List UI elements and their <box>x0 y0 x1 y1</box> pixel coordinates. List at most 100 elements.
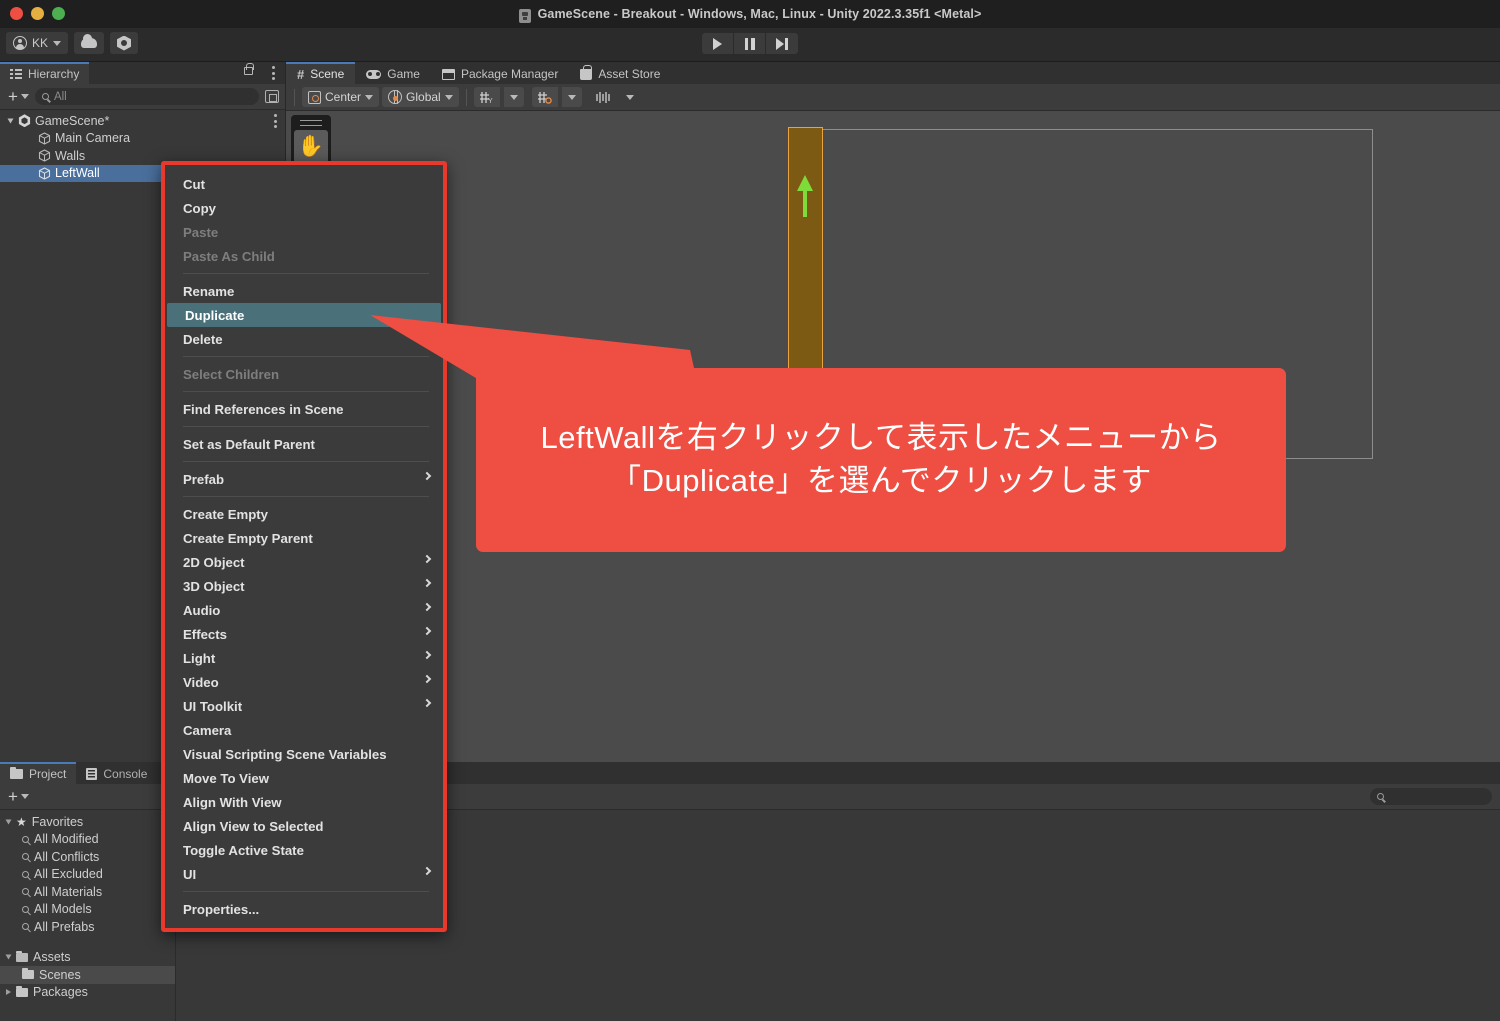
account-button[interactable]: KK <box>6 32 69 54</box>
snap-increment-button[interactable] <box>531 87 558 107</box>
game-controller-icon <box>366 69 382 79</box>
tab-project-label: Project <box>29 767 67 781</box>
menu-item-copy[interactable]: Copy <box>165 196 443 220</box>
hierarchy-item-gamescene[interactable]: GameScene* <box>0 112 285 130</box>
tab-game[interactable]: Game <box>355 62 431 84</box>
project-item-label: All Models <box>34 902 92 917</box>
hierarchy-item-main-camera[interactable]: Main Camera <box>0 130 285 148</box>
menu-separator <box>183 273 429 274</box>
grid-visibility-dropdown[interactable] <box>503 87 524 107</box>
menu-item-create-empty[interactable]: Create Empty <box>165 502 443 526</box>
move-up-arrow-gizmo[interactable] <box>797 175 813 217</box>
menu-item-2d-object[interactable]: 2D Object <box>165 550 443 574</box>
step-button[interactable] <box>766 33 798 54</box>
menu-item-audio[interactable]: Audio <box>165 598 443 622</box>
add-label: + <box>8 86 18 106</box>
menu-item-camera[interactable]: Camera <box>165 718 443 742</box>
project-item-all-prefabs[interactable]: All Prefabs <box>0 918 175 936</box>
search-icon <box>22 870 29 878</box>
project-search-input[interactable] <box>1370 788 1492 805</box>
create-gameobject-button[interactable]: + <box>6 86 31 106</box>
menu-item-properties[interactable]: Properties... <box>165 897 443 921</box>
grid-ruler-button[interactable] <box>590 87 616 107</box>
project-item-all-modified[interactable]: All Modified <box>0 831 175 849</box>
menu-item-label: 2D Object <box>183 554 245 570</box>
pause-button[interactable] <box>734 33 766 54</box>
hierarchy-search-input[interactable]: All <box>34 88 259 105</box>
hierarchy-tabbar: Hierarchy <box>0 62 285 84</box>
chevron-right-icon <box>422 866 432 876</box>
menu-item-align-with-view[interactable]: Align With View <box>165 790 443 814</box>
annotation-line-1: LeftWallを右クリックして表示したメニューから <box>540 420 1222 456</box>
project-item-all-excluded[interactable]: All Excluded <box>0 866 175 884</box>
expand-triangle-icon[interactable] <box>5 954 12 960</box>
hand-tool-button[interactable]: ✋ <box>294 130 328 163</box>
menu-item-3d-object[interactable]: 3D Object <box>165 574 443 598</box>
toolbar-left-group: KK <box>6 32 139 54</box>
hierarchy-context-menu[interactable]: Cut Copy Paste Paste As Child Rename Dup… <box>161 161 447 932</box>
tab-project[interactable]: Project <box>0 762 77 784</box>
project-item-packages[interactable]: Packages <box>0 984 175 1002</box>
overlay-drag-handle[interactable] <box>294 118 328 127</box>
hierarchy-menu-icon[interactable] <box>271 66 275 80</box>
project-item-favorites[interactable]: ★ Favorites <box>0 813 175 831</box>
tab-asset-store[interactable]: Asset Store <box>569 62 672 84</box>
menu-item-set-as-default-parent[interactable]: Set as Default Parent <box>165 432 443 456</box>
project-item-all-models[interactable]: All Models <box>0 901 175 919</box>
context-menu-items: Cut Copy Paste Paste As Child Rename Dup… <box>165 165 443 921</box>
menu-item-cut[interactable]: Cut <box>165 172 443 196</box>
menu-item-prefab[interactable]: Prefab <box>165 467 443 491</box>
expand-triangle-icon[interactable] <box>6 989 11 996</box>
menu-item-move-to-view[interactable]: Move To View <box>165 766 443 790</box>
window-dock-icon[interactable] <box>265 90 279 103</box>
menu-item-ui-toolkit[interactable]: UI Toolkit <box>165 694 443 718</box>
pivot-mode-dropdown[interactable]: Center <box>302 87 380 107</box>
tab-hierarchy[interactable]: Hierarchy <box>0 62 90 84</box>
cloud-button[interactable] <box>74 32 105 54</box>
lock-icon[interactable] <box>244 62 254 75</box>
project-item-assets[interactable]: Assets <box>0 949 175 967</box>
services-settings-button[interactable] <box>110 32 139 54</box>
menu-item-align-view-to-selected[interactable]: Align View to Selected <box>165 814 443 838</box>
menu-item-label: Find References in Scene <box>183 401 344 417</box>
play-button[interactable] <box>702 33 734 54</box>
menu-item-toggle-active-state[interactable]: Toggle Active State <box>165 838 443 862</box>
add-label: + <box>8 786 18 806</box>
grid-ruler-icon <box>596 91 610 104</box>
menu-item-video[interactable]: Video <box>165 670 443 694</box>
globe-icon <box>388 89 403 104</box>
project-item-scenes[interactable]: Scenes <box>0 966 175 984</box>
grid-visibility-button[interactable]: Y <box>473 87 500 107</box>
hierarchy-item-label: LeftWall <box>55 166 100 181</box>
expand-triangle-icon[interactable] <box>7 118 14 124</box>
menu-item-create-empty-parent[interactable]: Create Empty Parent <box>165 526 443 550</box>
menu-item-effects[interactable]: Effects <box>165 622 443 646</box>
tab-package-manager[interactable]: Package Manager <box>430 62 570 84</box>
menu-item-ui[interactable]: UI <box>165 862 443 886</box>
menu-separator <box>183 891 429 892</box>
grid-ruler-dropdown[interactable] <box>620 87 640 107</box>
play-icon <box>713 37 722 50</box>
tab-console[interactable]: Console <box>76 762 158 784</box>
gameobject-cube-icon <box>38 132 51 145</box>
grid-snap-icon: Y <box>479 91 494 104</box>
menu-item-label: Copy <box>183 200 216 216</box>
project-item-label: Favorites <box>31 814 84 829</box>
tab-scene[interactable]: # Scene <box>286 62 356 84</box>
project-item-all-materials[interactable]: All Materials <box>0 883 175 901</box>
project-item-all-conflicts[interactable]: All Conflicts <box>0 848 175 866</box>
account-avatar-icon <box>13 36 27 50</box>
handle-rotation-dropdown[interactable]: Global <box>382 87 459 107</box>
store-bag-icon <box>580 65 593 80</box>
scene-row-menu-icon[interactable] <box>273 114 277 128</box>
unity-main-toolbar: KK <box>0 28 1500 62</box>
create-asset-button[interactable]: + <box>6 786 31 806</box>
chevron-down-icon <box>20 794 29 799</box>
menu-item-light[interactable]: Light <box>165 646 443 670</box>
project-item-label: Assets <box>33 950 71 965</box>
search-icon <box>41 93 49 100</box>
snap-increment-dropdown[interactable] <box>561 87 582 107</box>
menu-item-visual-scripting-scene-variables[interactable]: Visual Scripting Scene Variables <box>165 742 443 766</box>
expand-triangle-icon[interactable] <box>5 819 12 825</box>
